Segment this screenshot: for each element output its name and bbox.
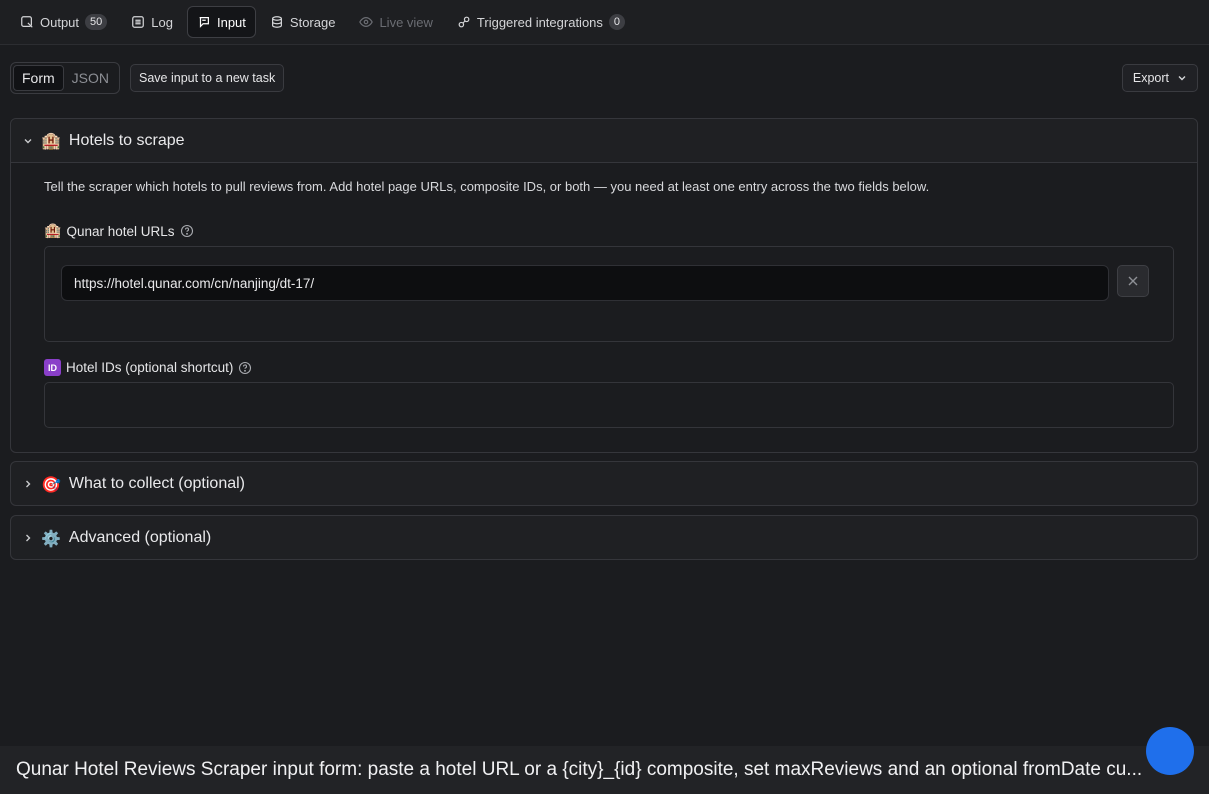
form-json-toggle: Form JSON — [10, 62, 121, 94]
hotel-url-input[interactable]: https://hotel.qunar.com/cn/nanjing/dt-17… — [61, 265, 1109, 301]
help-icon[interactable] — [238, 361, 252, 375]
section-hotels-header[interactable]: 🏨 Hotels to scrape — [11, 119, 1197, 163]
chevron-right-icon — [26, 480, 31, 488]
hotel-ids-input[interactable] — [44, 382, 1174, 428]
tab-storage[interactable]: Storage — [260, 6, 346, 38]
tab-log-label: Log — [151, 14, 173, 30]
live-view-icon — [359, 17, 374, 27]
ids-field-label: ID Hotel IDs (optional shortcut) — [44, 359, 252, 376]
storage-icon — [271, 16, 282, 28]
section-advanced-header[interactable]: ⚙️ Advanced (optional) — [11, 516, 1197, 560]
gear-emoji-icon: ⚙️ — [41, 528, 61, 548]
hotel-emoji-icon: 🏨 — [44, 223, 62, 239]
ids-label-text: Hotel IDs (optional shortcut) — [66, 360, 234, 375]
tab-input-label: Input — [216, 14, 246, 30]
input-icon — [199, 17, 209, 28]
chevron-down-icon — [1178, 76, 1186, 81]
section-hotels: 🏨 Hotels to scrape Tell the scraper whic… — [10, 118, 1198, 453]
chat-button[interactable] — [1146, 727, 1194, 775]
tab-triggered-integrations[interactable]: Triggered integrations 0 — [447, 6, 635, 38]
section-hotels-description: Tell the scraper which hotels to pull re… — [44, 179, 930, 194]
caption-bar: Qunar Hotel Reviews Scraper input form: … — [0, 746, 1209, 794]
tab-output-label: Output — [40, 14, 80, 30]
json-toggle-button[interactable]: JSON — [64, 65, 117, 91]
remove-url-button[interactable] — [1117, 265, 1149, 297]
urls-label-text: Qunar hotel URLs — [66, 223, 175, 239]
save-input-button[interactable]: Save input to a new task — [130, 64, 285, 92]
section-advanced: ⚙️ Advanced (optional) — [10, 515, 1198, 560]
tab-live-view[interactable]: Live view — [349, 6, 442, 38]
hotel-emoji-icon: 🏨 — [41, 131, 61, 150]
tab-output[interactable]: Output 50 — [10, 6, 117, 38]
section-collect: 🎯 What to collect (optional) — [10, 461, 1198, 506]
input-toolbar: Form JSON Save input to a new task Expor… — [10, 62, 1198, 94]
tab-storage-label: Storage — [289, 14, 336, 30]
export-button[interactable]: Export — [1121, 64, 1198, 92]
export-label: Export — [1132, 71, 1169, 85]
tab-triggered-integrations-label: Triggered integrations — [476, 14, 603, 30]
section-hotels-title: Hotels to scrape — [68, 131, 185, 149]
id-emoji-icon: ID — [44, 359, 61, 376]
integrations-icon — [458, 16, 470, 28]
tab-log[interactable]: Log — [121, 6, 183, 38]
urls-field-label: 🏨 Qunar hotel URLs — [44, 223, 194, 239]
chevron-down-icon — [24, 138, 32, 143]
close-icon — [1128, 276, 1138, 286]
section-advanced-title: Advanced (optional) — [68, 529, 212, 546]
help-icon[interactable] — [180, 224, 194, 238]
section-collect-header[interactable]: 🎯 What to collect (optional) — [11, 462, 1197, 506]
chevron-right-icon — [26, 534, 31, 542]
tab-input[interactable]: Input — [186, 6, 256, 38]
target-emoji-icon: 🎯 — [41, 474, 61, 494]
log-icon — [132, 16, 145, 28]
tab-bar: Output 50 Log Input Storage Live view Tr… — [0, 0, 1209, 45]
section-collect-title: What to collect (optional) — [68, 475, 245, 492]
tab-live-view-label: Live view — [379, 14, 433, 30]
integrations-count-badge: 0 — [608, 14, 626, 30]
urls-list-box: https://hotel.qunar.com/cn/nanjing/dt-17… — [44, 246, 1174, 342]
output-icon — [21, 16, 33, 28]
form-toggle-button[interactable]: Form — [13, 65, 64, 91]
output-count-badge: 50 — [85, 14, 108, 30]
